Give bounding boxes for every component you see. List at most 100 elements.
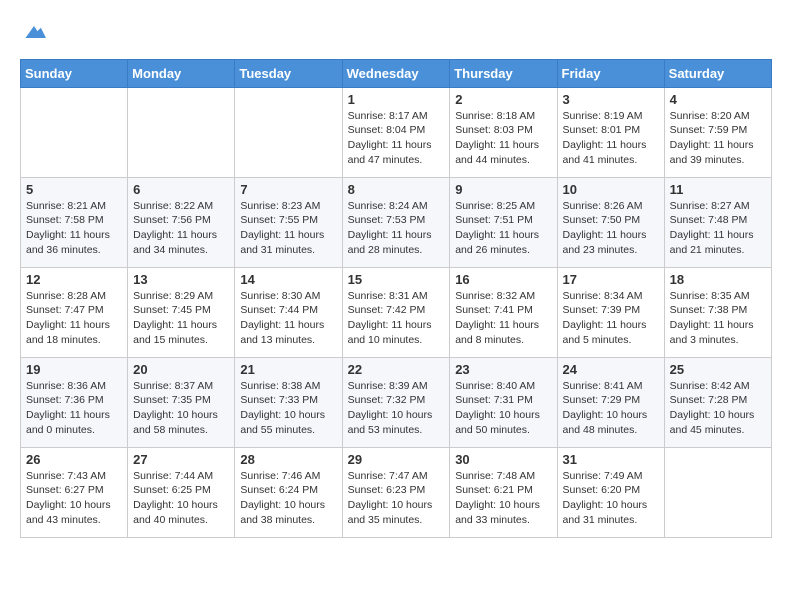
day-info: Sunrise: 7:49 AM Sunset: 6:20 PM Dayligh… bbox=[563, 469, 659, 528]
day-info: Sunrise: 8:35 AM Sunset: 7:38 PM Dayligh… bbox=[670, 289, 766, 348]
day-number: 6 bbox=[133, 182, 229, 197]
day-number: 29 bbox=[348, 452, 445, 467]
calendar-cell: 26 Sunrise: 7:43 AM Sunset: 6:27 PM Dayli… bbox=[21, 447, 128, 537]
calendar-cell: 6 Sunrise: 8:22 AM Sunset: 7:56 PM Daylig… bbox=[128, 177, 235, 267]
calendar-cell: 23 Sunrise: 8:40 AM Sunset: 7:31 PM Dayli… bbox=[450, 357, 557, 447]
day-info: Sunrise: 8:17 AM Sunset: 8:04 PM Dayligh… bbox=[348, 109, 445, 168]
day-info: Sunrise: 8:37 AM Sunset: 7:35 PM Dayligh… bbox=[133, 379, 229, 438]
calendar-cell: 19 Sunrise: 8:36 AM Sunset: 7:36 PM Dayli… bbox=[21, 357, 128, 447]
day-info: Sunrise: 7:48 AM Sunset: 6:21 PM Dayligh… bbox=[455, 469, 551, 528]
calendar-cell: 7 Sunrise: 8:23 AM Sunset: 7:55 PM Daylig… bbox=[235, 177, 342, 267]
day-info: Sunrise: 8:30 AM Sunset: 7:44 PM Dayligh… bbox=[240, 289, 336, 348]
calendar-cell: 22Sunrise: 8:39 AM Sunset: 7:32 PM Dayli… bbox=[342, 357, 450, 447]
day-info: Sunrise: 8:24 AM Sunset: 7:53 PM Dayligh… bbox=[348, 199, 445, 258]
day-number: 7 bbox=[240, 182, 336, 197]
calendar-week-2: 5 Sunrise: 8:21 AM Sunset: 7:58 PM Daylig… bbox=[21, 177, 772, 267]
column-header-wednesday: Wednesday bbox=[342, 59, 450, 87]
calendar-cell: 1 Sunrise: 8:17 AM Sunset: 8:04 PM Daylig… bbox=[342, 87, 450, 177]
day-info: Sunrise: 8:22 AM Sunset: 7:56 PM Dayligh… bbox=[133, 199, 229, 258]
calendar-cell bbox=[235, 87, 342, 177]
day-number: 2 bbox=[455, 92, 551, 107]
day-info: Sunrise: 8:31 AM Sunset: 7:42 PM Dayligh… bbox=[348, 289, 445, 348]
calendar-cell: 27 Sunrise: 7:44 AM Sunset: 6:25 PM Dayli… bbox=[128, 447, 235, 537]
day-number: 28 bbox=[240, 452, 336, 467]
day-info: Sunrise: 8:26 AM Sunset: 7:50 PM Dayligh… bbox=[563, 199, 659, 258]
day-info: Sunrise: 8:41 AM Sunset: 7:29 PM Dayligh… bbox=[563, 379, 659, 438]
calendar-cell: 31 Sunrise: 7:49 AM Sunset: 6:20 PM Dayli… bbox=[557, 447, 664, 537]
day-number: 9 bbox=[455, 182, 551, 197]
day-number: 21 bbox=[240, 362, 336, 377]
calendar-cell: 3 Sunrise: 8:19 AM Sunset: 8:01 PM Daylig… bbox=[557, 87, 664, 177]
day-info: Sunrise: 8:40 AM Sunset: 7:31 PM Dayligh… bbox=[455, 379, 551, 438]
calendar-cell: 28 Sunrise: 7:46 AM Sunset: 6:24 PM Dayli… bbox=[235, 447, 342, 537]
calendar-week-3: 12 Sunrise: 8:28 AM Sunset: 7:47 PM Dayli… bbox=[21, 267, 772, 357]
calendar-cell: 25Sunrise: 8:42 AM Sunset: 7:28 PM Dayli… bbox=[664, 357, 771, 447]
calendar-header-row: SundayMondayTuesdayWednesdayThursdayFrid… bbox=[21, 59, 772, 87]
column-header-saturday: Saturday bbox=[664, 59, 771, 87]
day-number: 5 bbox=[26, 182, 122, 197]
day-number: 10 bbox=[563, 182, 659, 197]
logo-bird-icon bbox=[22, 20, 46, 44]
day-info: Sunrise: 7:43 AM Sunset: 6:27 PM Dayligh… bbox=[26, 469, 122, 528]
calendar-cell: 11Sunrise: 8:27 AM Sunset: 7:48 PM Dayli… bbox=[664, 177, 771, 267]
calendar-cell: 9 Sunrise: 8:25 AM Sunset: 7:51 PM Daylig… bbox=[450, 177, 557, 267]
logo bbox=[20, 20, 46, 49]
calendar-cell bbox=[664, 447, 771, 537]
calendar-cell: 4 Sunrise: 8:20 AM Sunset: 7:59 PM Daylig… bbox=[664, 87, 771, 177]
column-header-monday: Monday bbox=[128, 59, 235, 87]
day-number: 26 bbox=[26, 452, 122, 467]
day-info: Sunrise: 8:25 AM Sunset: 7:51 PM Dayligh… bbox=[455, 199, 551, 258]
day-number: 27 bbox=[133, 452, 229, 467]
calendar-week-1: 1 Sunrise: 8:17 AM Sunset: 8:04 PM Daylig… bbox=[21, 87, 772, 177]
day-info: Sunrise: 8:32 AM Sunset: 7:41 PM Dayligh… bbox=[455, 289, 551, 348]
day-info: Sunrise: 7:44 AM Sunset: 6:25 PM Dayligh… bbox=[133, 469, 229, 528]
column-header-sunday: Sunday bbox=[21, 59, 128, 87]
day-number: 12 bbox=[26, 272, 122, 287]
logo-text bbox=[20, 20, 46, 49]
column-header-friday: Friday bbox=[557, 59, 664, 87]
calendar-cell: 13 Sunrise: 8:29 AM Sunset: 7:45 PM Dayli… bbox=[128, 267, 235, 357]
day-info: Sunrise: 8:21 AM Sunset: 7:58 PM Dayligh… bbox=[26, 199, 122, 258]
column-header-tuesday: Tuesday bbox=[235, 59, 342, 87]
calendar-cell: 24 Sunrise: 8:41 AM Sunset: 7:29 PM Dayli… bbox=[557, 357, 664, 447]
calendar-table: SundayMondayTuesdayWednesdayThursdayFrid… bbox=[20, 59, 772, 538]
day-number: 31 bbox=[563, 452, 659, 467]
day-number: 3 bbox=[563, 92, 659, 107]
day-number: 11 bbox=[670, 182, 766, 197]
day-info: Sunrise: 8:42 AM Sunset: 7:28 PM Dayligh… bbox=[670, 379, 766, 438]
calendar-cell: 10 Sunrise: 8:26 AM Sunset: 7:50 PM Dayli… bbox=[557, 177, 664, 267]
calendar-cell: 18Sunrise: 8:35 AM Sunset: 7:38 PM Dayli… bbox=[664, 267, 771, 357]
day-number: 13 bbox=[133, 272, 229, 287]
day-info: Sunrise: 7:46 AM Sunset: 6:24 PM Dayligh… bbox=[240, 469, 336, 528]
day-number: 14 bbox=[240, 272, 336, 287]
day-info: Sunrise: 8:19 AM Sunset: 8:01 PM Dayligh… bbox=[563, 109, 659, 168]
day-number: 19 bbox=[26, 362, 122, 377]
calendar-cell bbox=[21, 87, 128, 177]
calendar-cell: 14 Sunrise: 8:30 AM Sunset: 7:44 PM Dayli… bbox=[235, 267, 342, 357]
calendar-cell: 16Sunrise: 8:32 AM Sunset: 7:41 PM Dayli… bbox=[450, 267, 557, 357]
day-info: Sunrise: 8:18 AM Sunset: 8:03 PM Dayligh… bbox=[455, 109, 551, 168]
day-info: Sunrise: 8:36 AM Sunset: 7:36 PM Dayligh… bbox=[26, 379, 122, 438]
calendar-cell: 15 Sunrise: 8:31 AM Sunset: 7:42 PM Dayli… bbox=[342, 267, 450, 357]
day-number: 17 bbox=[563, 272, 659, 287]
day-number: 30 bbox=[455, 452, 551, 467]
day-number: 15 bbox=[348, 272, 445, 287]
day-number: 1 bbox=[348, 92, 445, 107]
calendar-cell: 29 Sunrise: 7:47 AM Sunset: 6:23 PM Dayli… bbox=[342, 447, 450, 537]
calendar-cell: 8Sunrise: 8:24 AM Sunset: 7:53 PM Daylig… bbox=[342, 177, 450, 267]
day-number: 24 bbox=[563, 362, 659, 377]
day-info: Sunrise: 8:29 AM Sunset: 7:45 PM Dayligh… bbox=[133, 289, 229, 348]
day-number: 4 bbox=[670, 92, 766, 107]
day-info: Sunrise: 7:47 AM Sunset: 6:23 PM Dayligh… bbox=[348, 469, 445, 528]
column-header-thursday: Thursday bbox=[450, 59, 557, 87]
day-number: 23 bbox=[455, 362, 551, 377]
day-info: Sunrise: 8:20 AM Sunset: 7:59 PM Dayligh… bbox=[670, 109, 766, 168]
page-header bbox=[20, 20, 772, 49]
calendar-cell: 5 Sunrise: 8:21 AM Sunset: 7:58 PM Daylig… bbox=[21, 177, 128, 267]
calendar-cell bbox=[128, 87, 235, 177]
day-info: Sunrise: 8:39 AM Sunset: 7:32 PM Dayligh… bbox=[348, 379, 445, 438]
day-info: Sunrise: 8:28 AM Sunset: 7:47 PM Dayligh… bbox=[26, 289, 122, 348]
calendar-cell: 20Sunrise: 8:37 AM Sunset: 7:35 PM Dayli… bbox=[128, 357, 235, 447]
calendar-cell: 21Sunrise: 8:38 AM Sunset: 7:33 PM Dayli… bbox=[235, 357, 342, 447]
day-info: Sunrise: 8:23 AM Sunset: 7:55 PM Dayligh… bbox=[240, 199, 336, 258]
